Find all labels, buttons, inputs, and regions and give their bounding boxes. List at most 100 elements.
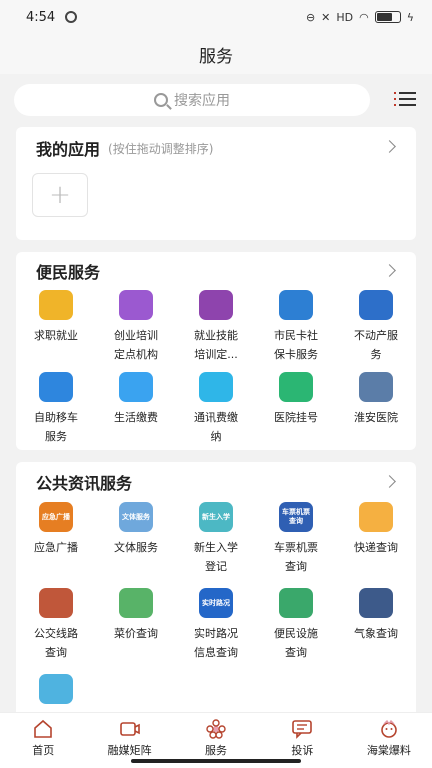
service-item[interactable]: 通讯费缴纳 [176, 372, 256, 454]
service-item[interactable]: 车票机票查询 车票机票 查询 [256, 502, 336, 588]
water-drop-icon [119, 372, 153, 402]
public-info-title: 公共资讯服务 [36, 474, 133, 493]
tab-label: 融媒矩阵 [107, 744, 152, 757]
my-apps-card: 我的应用 (按住拖动调整排序) + [16, 127, 416, 240]
training-icon [119, 290, 153, 320]
service-item[interactable]: 气象查询 [336, 588, 416, 674]
express-icon [359, 502, 393, 532]
status-time: 4:54 [26, 9, 56, 25]
icon-badge-text: 车票机票查询 [282, 508, 310, 525]
my-apps-hint: (按住拖动调整排序) [108, 141, 214, 156]
hospital-registration-icon [279, 372, 313, 402]
link-icon: ⊖ [305, 10, 316, 24]
phone-bill-icon [199, 372, 233, 402]
service-item[interactable]: 就业技能 培训定... [176, 290, 256, 372]
mute-icon: ✕ [321, 10, 331, 24]
icon-badge-text: 应急广播 [42, 512, 70, 521]
service-item-label: 快递查询 [354, 541, 398, 554]
service-item[interactable]: 求职就业 [16, 290, 96, 372]
nav-bar: 服务 [0, 34, 432, 74]
service-item[interactable]: 医院挂号 [256, 372, 336, 454]
tab-label: 首页 [32, 744, 55, 757]
emergency-broadcast-icon: 应急广播 [39, 502, 73, 532]
service-item-label: 求职就业 [34, 329, 78, 342]
network-type: HD [336, 10, 354, 24]
my-apps-header[interactable]: 我的应用 (按住拖动调整排序) [16, 127, 416, 169]
service-item-label: 公交线路 查询 [34, 627, 78, 659]
service-item-label: 通讯费缴纳 [194, 411, 238, 443]
service-item[interactable]: 淮安医院 [336, 372, 416, 454]
traffic-icon: 实时路况 [199, 588, 233, 618]
service-item[interactable]: 应急广播 应急广播 [16, 502, 96, 588]
convenience-card: 便民服务 求职就业 创业培训 定点机构 就业技能 培训定... 市民卡社 保卡服务 不动产服务… [16, 252, 416, 450]
service-item-label: 便民设施 查询 [274, 627, 318, 659]
convenience-grid: 求职就业 创业培训 定点机构 就业技能 培训定... 市民卡社 保卡服务 不动产服务自助移车服… [16, 290, 416, 454]
service-item[interactable]: 创业培训 定点机构 [96, 290, 176, 372]
job-icon [39, 290, 73, 320]
citizen-card-icon [279, 290, 313, 320]
property-icon [359, 290, 393, 320]
service-item[interactable]: 生活缴费 [96, 372, 176, 454]
service-item-label: 应急广播 [34, 541, 78, 554]
convenience-header[interactable]: 便民服务 [16, 252, 416, 290]
service-item[interactable]: 新生入学 新生入学 登记 [176, 502, 256, 588]
public-info-card: 公共资讯服务 应急广播 应急广播 文体服务 文体服务 新生入学 新生入学 登记 车票机票查询车… [16, 462, 416, 712]
service-item-label: 淮安医院 [354, 411, 398, 424]
search-input[interactable]: 搜索应用 [14, 84, 370, 116]
tab-label: 服务 [205, 744, 228, 757]
service-item[interactable]: 不动产服务 [336, 290, 416, 372]
service-item-label: 自助移车 服务 [34, 411, 78, 443]
search-row: 搜索应用 [0, 80, 432, 120]
complaint-icon [292, 720, 313, 739]
service-item[interactable]: 快递查询 [336, 502, 416, 588]
add-app-button[interactable]: + [32, 173, 88, 217]
tab-4[interactable]: 海棠爆料 [346, 713, 432, 768]
tab-label: 投诉 [291, 744, 314, 757]
service-item[interactable]: 公交线路 查询 [16, 588, 96, 674]
service-item-label: 实时路况 信息查询 [194, 627, 238, 659]
service-item-label: 气象查询 [354, 627, 398, 640]
status-bar: 4:54 ⊖ ✕ HD ◠ ϟ [0, 0, 432, 34]
car-move-icon [39, 372, 73, 402]
hospital-building-icon [359, 372, 393, 402]
service-item-label: 市民卡社 保卡服务 [274, 329, 318, 361]
service-item-label: 菜价查询 [114, 627, 158, 640]
enrollment-icon: 新生入学 [199, 502, 233, 532]
service-item-label: 就业技能 培训定... [194, 329, 238, 361]
service-item-label: 医院挂号 [274, 411, 318, 424]
culture-sports-icon: 文体服务 [119, 502, 153, 532]
facility-icon [279, 588, 313, 618]
home-indicator [131, 759, 301, 763]
service-item-label: 文体服务 [114, 541, 158, 554]
search-placeholder: 搜索应用 [174, 93, 230, 109]
home-icon [34, 719, 53, 738]
search-icon [154, 93, 168, 107]
bus-icon [39, 588, 73, 618]
service-item[interactable]: 自助移车 服务 [16, 372, 96, 454]
skill-icon [199, 290, 233, 320]
chevron-right-icon [383, 140, 396, 153]
flower-icon [206, 719, 226, 739]
service-item-label: 不动产服务 [354, 329, 398, 361]
service-item-label: 创业培训 定点机构 [114, 329, 158, 361]
tab-label: 海棠爆料 [366, 744, 411, 757]
service-item[interactable]: 市民卡社 保卡服务 [256, 290, 336, 372]
service-item[interactable]: 便民设施 查询 [256, 588, 336, 674]
service-item-label: 生活缴费 [114, 411, 158, 424]
battery-icon [374, 11, 401, 23]
video-icon [119, 722, 140, 736]
weather-icon [359, 588, 393, 618]
mascot-icon [381, 719, 397, 738]
convenience-title: 便民服务 [36, 263, 101, 282]
ticket-icon: 车票机票查询 [279, 502, 313, 532]
chevron-right-icon [383, 475, 396, 488]
public-info-header[interactable]: 公共资讯服务 [16, 462, 416, 502]
notification-icon [65, 11, 78, 23]
service-item[interactable]: 文体服务 文体服务 [96, 502, 176, 588]
service-item[interactable]: 实时路况实时路况 信息查询 [176, 588, 256, 674]
page-title: 服务 [199, 46, 233, 67]
my-apps-title: 我的应用 [36, 140, 101, 159]
service-item[interactable]: 菜价查询 [96, 588, 176, 674]
list-menu-icon[interactable] [394, 92, 416, 108]
tab-0[interactable]: 首页 [0, 713, 86, 768]
